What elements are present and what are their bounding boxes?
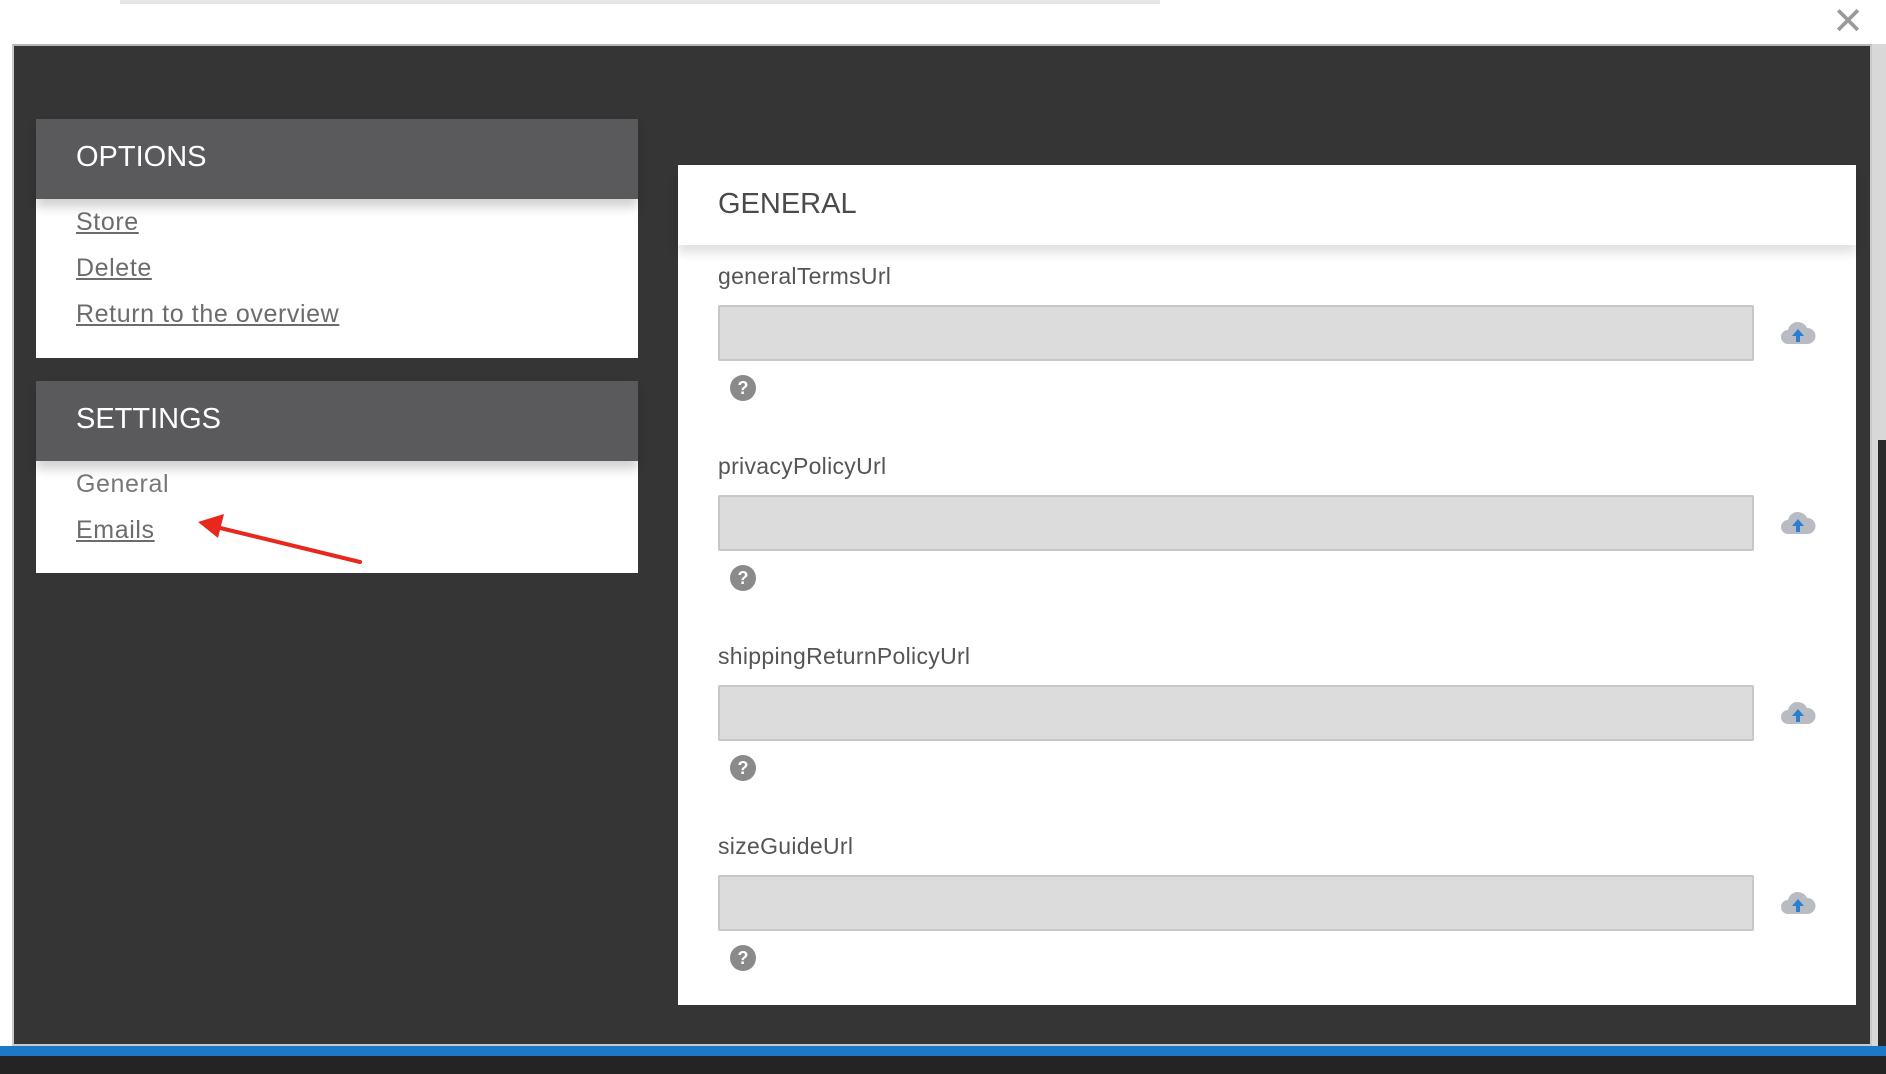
shipping-return-policy-url-label: shippingReturnPolicyUrl: [718, 643, 971, 669]
help-icon[interactable]: ?: [730, 375, 756, 401]
help-icon[interactable]: ?: [730, 565, 756, 591]
help-icon[interactable]: ?: [730, 755, 756, 781]
settings-dialog: OPTIONS Store Delete Return to the overv…: [12, 44, 1872, 1046]
cloud-upload-icon[interactable]: [1780, 510, 1816, 536]
cloud-upload-icon[interactable]: [1780, 890, 1816, 916]
general-link[interactable]: General: [76, 461, 169, 507]
size-guide-url-label: sizeGuideUrl: [718, 833, 854, 859]
size-guide-url-input[interactable]: [718, 875, 1754, 931]
emails-link[interactable]: Emails: [76, 507, 169, 553]
top-bar: ✕: [0, 0, 1886, 44]
general-terms-url-label: generalTermsUrl: [718, 263, 892, 289]
cloud-upload-icon[interactable]: [1780, 320, 1816, 346]
general-panel-title: GENERAL: [678, 165, 1856, 245]
red-arrow: [198, 514, 362, 564]
settings-panel-title: SETTINGS: [36, 381, 638, 461]
help-icon[interactable]: ?: [730, 945, 756, 971]
settings-links: General Emails: [76, 461, 169, 553]
cloud-upload-icon[interactable]: [1780, 700, 1816, 726]
options-panel: OPTIONS Store Delete Return to the overv…: [36, 119, 638, 358]
window-right-edge-shadow: [1878, 440, 1886, 1060]
bottom-accent-bar: [0, 1046, 1886, 1056]
privacy-policy-url-input[interactable]: [718, 495, 1754, 551]
privacy-policy-url-label: privacyPolicyUrl: [718, 453, 887, 479]
return-to-overview-link[interactable]: Return to the overview: [76, 291, 339, 337]
top-bar-divider: [120, 0, 1160, 4]
shipping-return-policy-url-input[interactable]: [718, 685, 1754, 741]
options-links: Store Delete Return to the overview: [76, 199, 339, 337]
close-icon[interactable]: ✕: [1828, 2, 1868, 40]
options-panel-title: OPTIONS: [36, 119, 638, 199]
general-terms-url-input[interactable]: [718, 305, 1754, 361]
general-panel: GENERAL generalTermsUrl ? privacyPolicyU…: [678, 165, 1856, 1005]
delete-link[interactable]: Delete: [76, 245, 339, 291]
bottom-strip: [0, 1056, 1886, 1074]
store-link[interactable]: Store: [76, 199, 339, 245]
